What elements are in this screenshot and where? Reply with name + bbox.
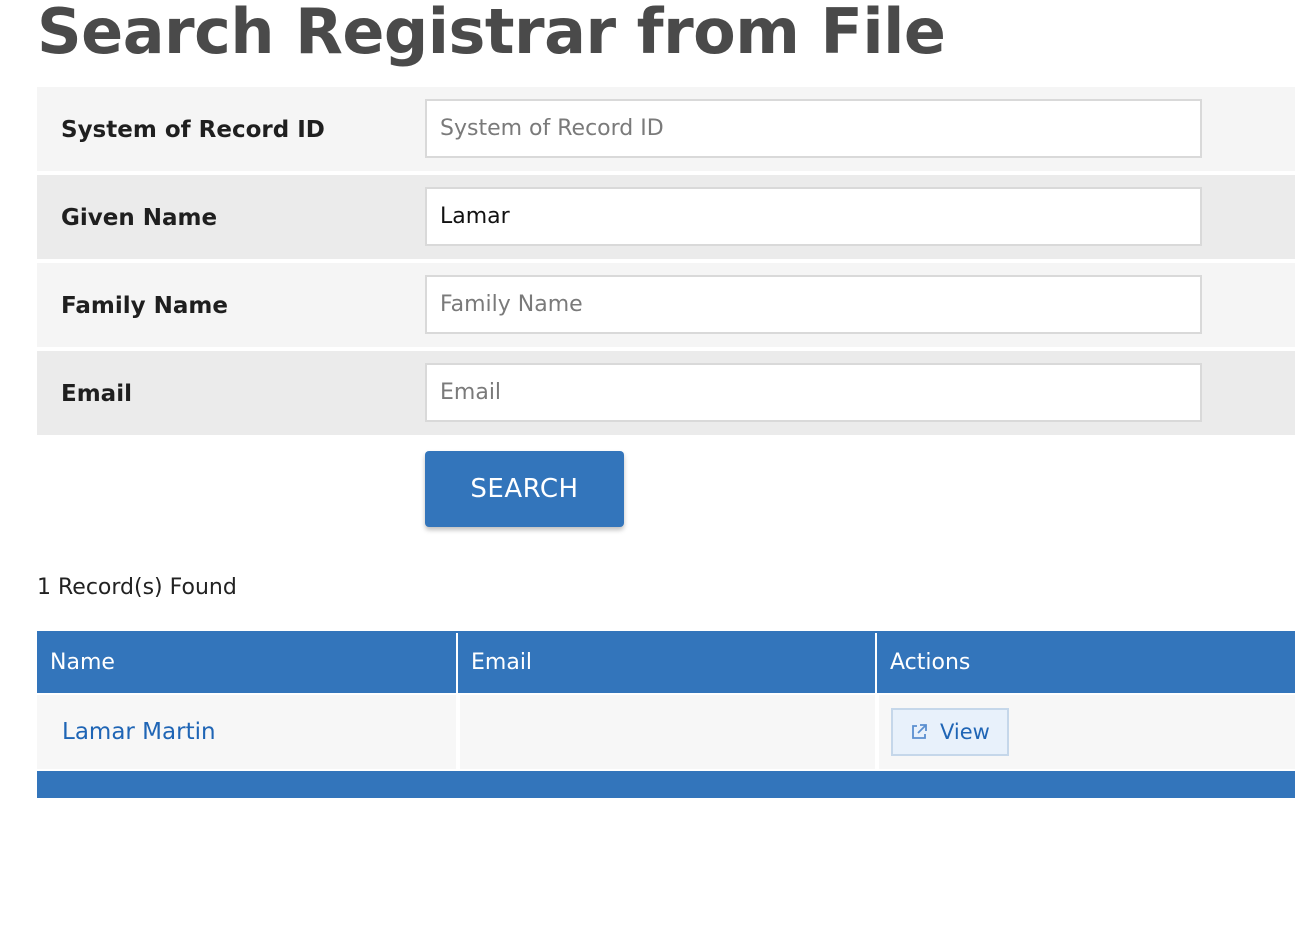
form-row-email: Email <box>37 351 1295 435</box>
system-record-id-input[interactable] <box>425 99 1202 158</box>
results-count: 1 Record(s) Found <box>37 575 237 600</box>
cell-actions: View <box>875 693 1295 769</box>
column-header-actions: Actions <box>875 633 1295 693</box>
table-header-row: Name Email Actions <box>37 633 1295 693</box>
family-name-label: Family Name <box>61 293 228 319</box>
form-row-family-name: Family Name <box>37 263 1295 347</box>
table-row: Lamar Martin View <box>37 693 1295 771</box>
column-header-name[interactable]: Name <box>37 633 456 693</box>
results-table: Name Email Actions Lamar Martin View <box>37 631 1295 798</box>
view-button[interactable]: View <box>891 708 1009 756</box>
external-link-icon <box>912 724 927 739</box>
cell-name: Lamar Martin <box>37 693 456 769</box>
family-name-input[interactable] <box>425 275 1202 334</box>
form-row-given-name: Given Name <box>37 175 1295 259</box>
given-name-input[interactable] <box>425 187 1202 246</box>
email-input[interactable] <box>425 363 1202 422</box>
page: Search Registrar from File System of Rec… <box>0 0 1310 936</box>
system-record-id-label: System of Record ID <box>61 117 325 143</box>
column-header-email[interactable]: Email <box>456 633 875 693</box>
record-name-link[interactable]: Lamar Martin <box>62 719 216 745</box>
search-button[interactable]: SEARCH <box>425 451 624 527</box>
page-title: Search Registrar from File <box>37 0 946 68</box>
form-row-system-record-id: System of Record ID <box>37 87 1295 171</box>
search-form: System of Record ID Given Name Family Na… <box>37 87 1295 439</box>
cell-email <box>456 693 875 769</box>
given-name-label: Given Name <box>61 205 218 231</box>
view-button-label: View <box>940 720 990 744</box>
email-label: Email <box>61 381 132 407</box>
